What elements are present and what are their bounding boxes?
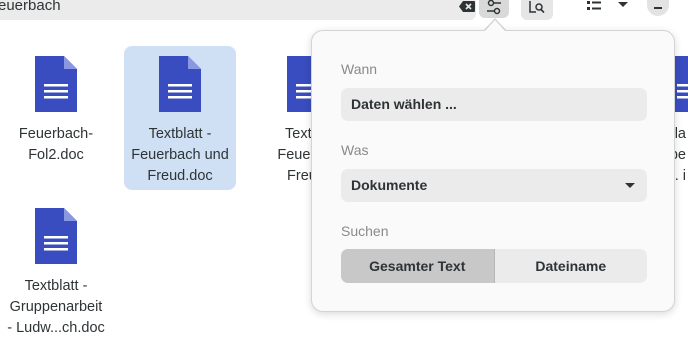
file-item[interactable]: Feuerbach- Fol2.doc [0,48,112,166]
document-icon [35,56,77,112]
date-picker-label: Daten wählen ... [351,96,457,112]
search-filter-popover: Wann Daten wählen ... Was Dokumente Such… [311,30,675,312]
file-item[interactable]: Textblatt - Gruppenarbeit - Ludw...ch.do… [0,200,112,339]
file-item-selected[interactable]: Textblatt - Feuerbach und Freud.doc [124,46,236,190]
file-name: Textblatt - Gruppenarbeit - Ludw...ch.do… [7,278,105,336]
type-dropdown-value: Dokumente [351,177,428,193]
when-label: Wann [341,61,378,77]
search-folder-icon [529,1,545,14]
clear-search-icon[interactable] [458,0,476,14]
date-picker-button[interactable]: Daten wählen ... [341,88,647,121]
full-text-button[interactable]: Gesamter Text [341,249,495,283]
popover-arrow-fill [484,20,506,32]
document-icon [35,208,77,264]
file-name: Textblatt - Feuerbach und Freud.doc [131,126,229,184]
search-location-button[interactable] [521,0,553,20]
filter-icon [487,0,501,15]
dropdown-caret-icon [625,183,635,188]
chevron-down-icon[interactable] [616,0,630,10]
search-label: Suchen [341,223,389,239]
search-input-text: euerbach [0,0,61,14]
document-icon [159,56,201,112]
search-mode-toggle: Gesamter Text Dateiname [341,249,647,283]
what-label: Was [341,142,369,158]
list-view-icon[interactable] [586,0,602,14]
header-bar: euerbach [0,0,688,22]
filename-button[interactable]: Dateiname [494,249,647,283]
search-filter-button[interactable] [479,0,509,18]
type-dropdown[interactable]: Dokumente [341,169,647,202]
file-name: Feuerbach- Fol2.doc [18,126,94,163]
minimize-button[interactable] [647,0,669,16]
search-input[interactable]: euerbach [0,0,476,20]
